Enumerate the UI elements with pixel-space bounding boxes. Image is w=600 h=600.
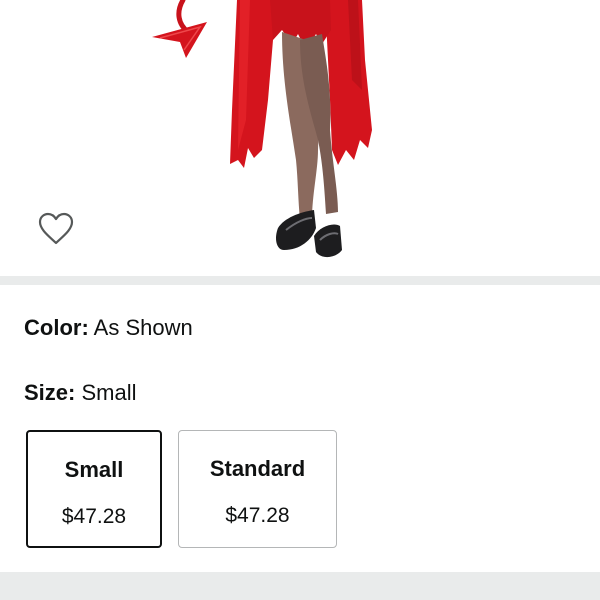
size-option-name: Small <box>64 457 124 482</box>
size-option-standard[interactable]: Standard $47.28 <box>178 430 337 548</box>
product-detail-page: Color: As Shown Size: Small Small $47.28… <box>0 0 600 600</box>
section-divider <box>0 572 600 600</box>
size-option-price: $47.28 <box>225 504 290 527</box>
size-option-small[interactable]: Small $47.28 <box>26 430 162 548</box>
size-value: Small <box>81 380 137 405</box>
color-value: As Shown <box>93 315 193 340</box>
color-row: Color: As Shown <box>24 315 193 341</box>
variation-section: Color: As Shown Size: Small Small $47.28… <box>0 285 600 572</box>
product-image-area <box>0 0 600 276</box>
wishlist-heart-icon[interactable] <box>36 210 76 248</box>
color-label: Color: <box>24 315 89 340</box>
size-label: Size: <box>24 380 76 405</box>
size-row: Size: Small <box>24 380 137 406</box>
size-option-name: Standard <box>209 456 306 481</box>
section-divider <box>0 276 600 285</box>
product-image[interactable] <box>0 0 600 276</box>
size-option-price: $47.28 <box>61 505 127 528</box>
